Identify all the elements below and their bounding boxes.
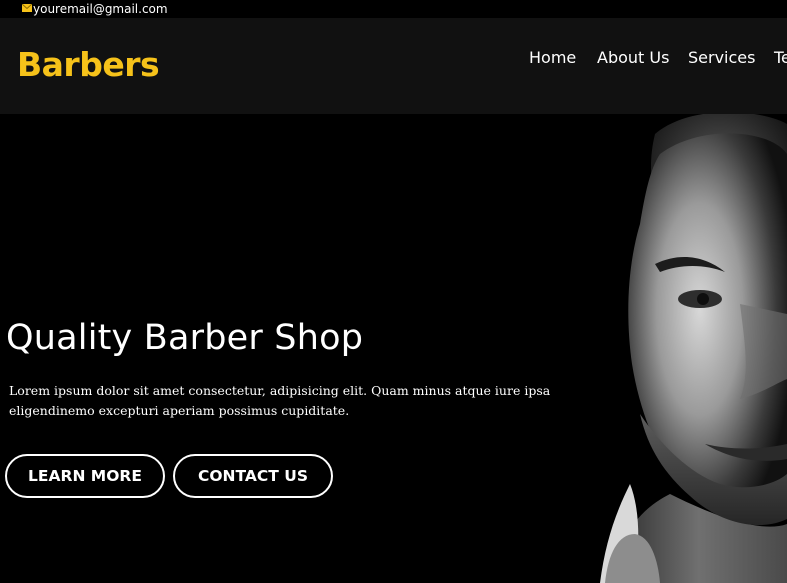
- brand-logo[interactable]: Barbers: [17, 45, 160, 84]
- nav-services[interactable]: Services: [688, 48, 755, 67]
- hero-description: Lorem ipsum dolor sit amet consectetur, …: [9, 383, 551, 418]
- contact-us-button[interactable]: CONTACT US: [173, 454, 333, 498]
- nav-home[interactable]: Home: [529, 48, 576, 67]
- nav-team[interactable]: Te: [774, 48, 787, 67]
- learn-more-button[interactable]: LEARN MORE: [5, 454, 165, 498]
- envelope-icon: [22, 4, 32, 12]
- hero-title: Quality Barber Shop: [6, 318, 364, 358]
- top-bar: youremail@gmail.com: [0, 0, 787, 18]
- nav-about-us[interactable]: About Us: [597, 48, 669, 67]
- contact-email[interactable]: youremail@gmail.com: [33, 2, 168, 16]
